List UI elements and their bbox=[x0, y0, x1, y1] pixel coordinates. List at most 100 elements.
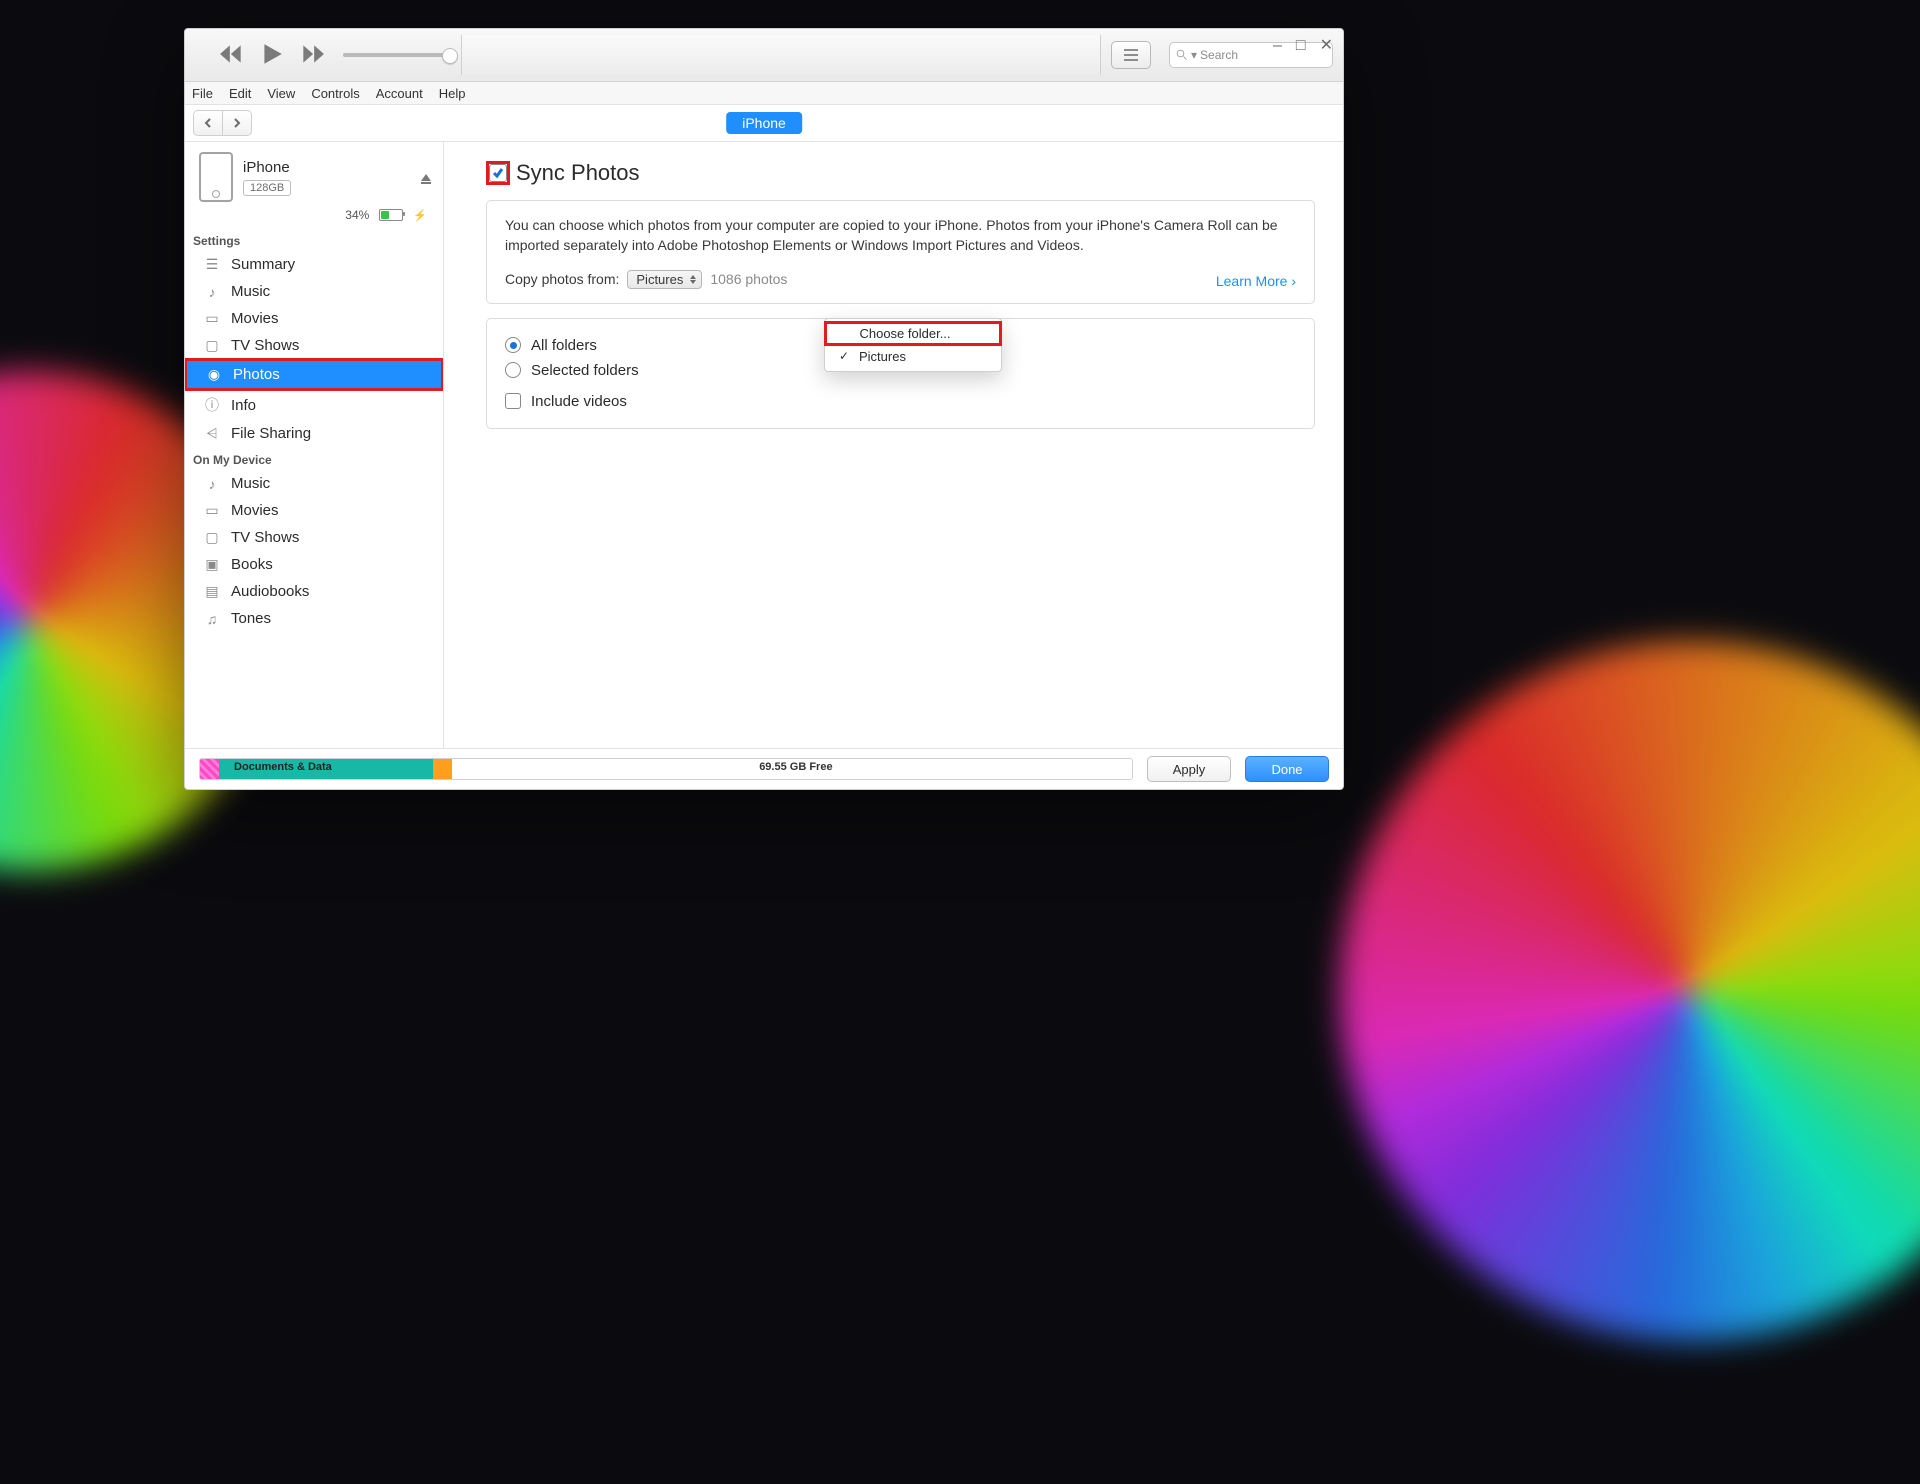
device-capacity: 128GB bbox=[243, 180, 291, 196]
tv-icon: ▢ bbox=[203, 529, 221, 546]
search-glyph: ▾ bbox=[1191, 48, 1197, 62]
sidebar-item-music[interactable]: ♪Music bbox=[185, 278, 443, 305]
sync-photos-checkbox[interactable] bbox=[489, 164, 507, 182]
sync-description: You can choose which photos from your co… bbox=[505, 215, 1296, 256]
sync-checkbox-highlight bbox=[486, 161, 510, 185]
apply-button[interactable]: Apply bbox=[1147, 756, 1231, 782]
info-icon: ⓘ bbox=[203, 395, 221, 415]
battery-percent: 34% bbox=[345, 208, 369, 222]
sidebar-item-label: Books bbox=[231, 556, 273, 573]
phone-icon bbox=[199, 152, 233, 202]
sidebar-item-label: Tones bbox=[231, 610, 271, 627]
checkbox-include-videos-label: Include videos bbox=[531, 393, 627, 410]
checkbox-include-videos[interactable] bbox=[505, 393, 521, 409]
window-close[interactable]: ✕ bbox=[1320, 38, 1333, 54]
done-button[interactable]: Done bbox=[1245, 756, 1329, 782]
sidebar-item-info[interactable]: ⓘ Info bbox=[185, 390, 443, 420]
previous-icon[interactable] bbox=[219, 41, 245, 70]
nav-row: iPhone bbox=[185, 105, 1343, 142]
sidebar: iPhone 128GB 34% ⚡ Settings ☰ Summary ♪ Mu… bbox=[185, 142, 444, 748]
sidebar-section-ondevice: On My Device bbox=[185, 447, 443, 470]
sidebar-item-filesharing[interactable]: ⩤ File Sharing bbox=[185, 420, 443, 447]
next-icon[interactable] bbox=[299, 41, 325, 70]
menu-controls[interactable]: Controls bbox=[311, 86, 359, 101]
sidebar-section-settings: Settings bbox=[185, 228, 443, 251]
storage-free-label: 69.55 GB Free bbox=[759, 761, 832, 773]
storage-docs-label: Documents & Data bbox=[234, 761, 332, 773]
audiobooks-icon: ▤ bbox=[203, 583, 221, 600]
search-icon bbox=[1176, 49, 1188, 61]
copy-from-popup[interactable]: Pictures bbox=[627, 270, 702, 289]
device-header: iPhone 128GB bbox=[185, 142, 443, 208]
copy-from-label: Copy photos from: bbox=[505, 271, 619, 287]
camera-icon: ◉ bbox=[205, 366, 223, 383]
menu-account[interactable]: Account bbox=[376, 86, 423, 101]
sidebar-device-books[interactable]: ▣ Books bbox=[185, 551, 443, 578]
sync-description-panel: You can choose which photos from your co… bbox=[486, 200, 1315, 304]
tv-icon: ▢ bbox=[203, 337, 221, 354]
storage-seg-orange bbox=[433, 759, 452, 779]
photo-count: 1086 photos bbox=[710, 271, 787, 287]
main-panel: Sync Photos You can choose which photos … bbox=[444, 142, 1343, 748]
device-name: iPhone bbox=[243, 159, 291, 176]
sidebar-device-tvshows[interactable]: ▢ TV Shows bbox=[185, 524, 443, 551]
list-view-button[interactable] bbox=[1111, 41, 1151, 69]
battery-icon bbox=[379, 209, 403, 221]
filesharing-icon: ⩤ bbox=[203, 425, 221, 442]
menu-view[interactable]: View bbox=[267, 86, 295, 101]
radio-selected-folders[interactable] bbox=[505, 362, 521, 378]
sidebar-item-label: Movies bbox=[231, 502, 279, 519]
sidebar-device-tones[interactable]: ♫ Tones bbox=[185, 605, 443, 632]
sidebar-item-tvshows[interactable]: ▢ TV Shows bbox=[185, 332, 443, 359]
footer-bar: Documents & Data 69.55 GB Free Apply Don… bbox=[185, 748, 1343, 789]
sidebar-item-label: Music bbox=[231, 475, 270, 492]
sidebar-item-label: Music bbox=[231, 283, 270, 300]
menu-help[interactable]: Help bbox=[439, 86, 466, 101]
sidebar-device-music[interactable]: ♪ Music bbox=[185, 470, 443, 497]
eject-icon[interactable] bbox=[421, 174, 431, 181]
itunes-window: – □ ✕ ▾ Search File Edit View Controls bbox=[184, 28, 1344, 790]
sidebar-item-label: TV Shows bbox=[231, 529, 299, 546]
charging-icon: ⚡ bbox=[413, 209, 427, 222]
menu-file[interactable]: File bbox=[192, 86, 213, 101]
play-icon[interactable] bbox=[259, 41, 285, 70]
window-maximize[interactable]: □ bbox=[1296, 38, 1306, 54]
search-placeholder: Search bbox=[1200, 48, 1238, 62]
volume-slider[interactable] bbox=[343, 53, 451, 57]
sidebar-device-audiobooks[interactable]: ▤ Audiobooks bbox=[185, 578, 443, 605]
dropdown-pictures[interactable]: Pictures bbox=[825, 345, 1001, 368]
copy-from-dropdown: Choose folder... Pictures bbox=[824, 318, 1002, 372]
radio-all-folders[interactable] bbox=[505, 337, 521, 353]
window-controls: – □ ✕ bbox=[1273, 38, 1333, 54]
sidebar-item-label: TV Shows bbox=[231, 337, 299, 354]
lcd-panel bbox=[461, 35, 1101, 75]
radio-all-folders-label: All folders bbox=[531, 337, 597, 354]
sidebar-item-label: Info bbox=[231, 397, 256, 414]
movies-icon: ▭ bbox=[203, 310, 221, 327]
sidebar-item-movies[interactable]: ▭Movies bbox=[185, 305, 443, 332]
sidebar-item-label: File Sharing bbox=[231, 425, 311, 442]
player-toolbar: ▾ Search bbox=[185, 29, 1343, 82]
learn-more-link[interactable]: Learn More bbox=[1216, 273, 1296, 289]
books-icon: ▣ bbox=[203, 556, 221, 573]
menu-bar: File Edit View Controls Account Help bbox=[185, 82, 1343, 105]
sidebar-item-summary[interactable]: ☰ Summary bbox=[185, 251, 443, 278]
nav-back-button[interactable] bbox=[193, 110, 223, 136]
nav-forward-button[interactable] bbox=[223, 110, 252, 136]
sidebar-device-movies[interactable]: ▭ Movies bbox=[185, 497, 443, 524]
dropdown-choose-folder[interactable]: Choose folder... bbox=[825, 322, 1001, 345]
sidebar-item-label: Audiobooks bbox=[231, 583, 309, 600]
sidebar-item-photos[interactable]: ◉ Photos bbox=[185, 359, 443, 390]
music-icon: ♪ bbox=[203, 476, 221, 492]
summary-icon: ☰ bbox=[203, 256, 221, 273]
storage-seg-pink bbox=[200, 759, 219, 779]
movies-icon: ▭ bbox=[203, 502, 221, 519]
menu-edit[interactable]: Edit bbox=[229, 86, 251, 101]
tones-icon: ♫ bbox=[203, 611, 221, 627]
radio-selected-folders-label: Selected folders bbox=[531, 362, 639, 379]
window-minimize[interactable]: – bbox=[1273, 38, 1282, 54]
device-tab-iphone[interactable]: iPhone bbox=[726, 112, 802, 134]
sidebar-item-label: Summary bbox=[231, 256, 295, 273]
sidebar-item-label: Photos bbox=[233, 366, 280, 383]
sync-photos-title: Sync Photos bbox=[516, 160, 640, 186]
